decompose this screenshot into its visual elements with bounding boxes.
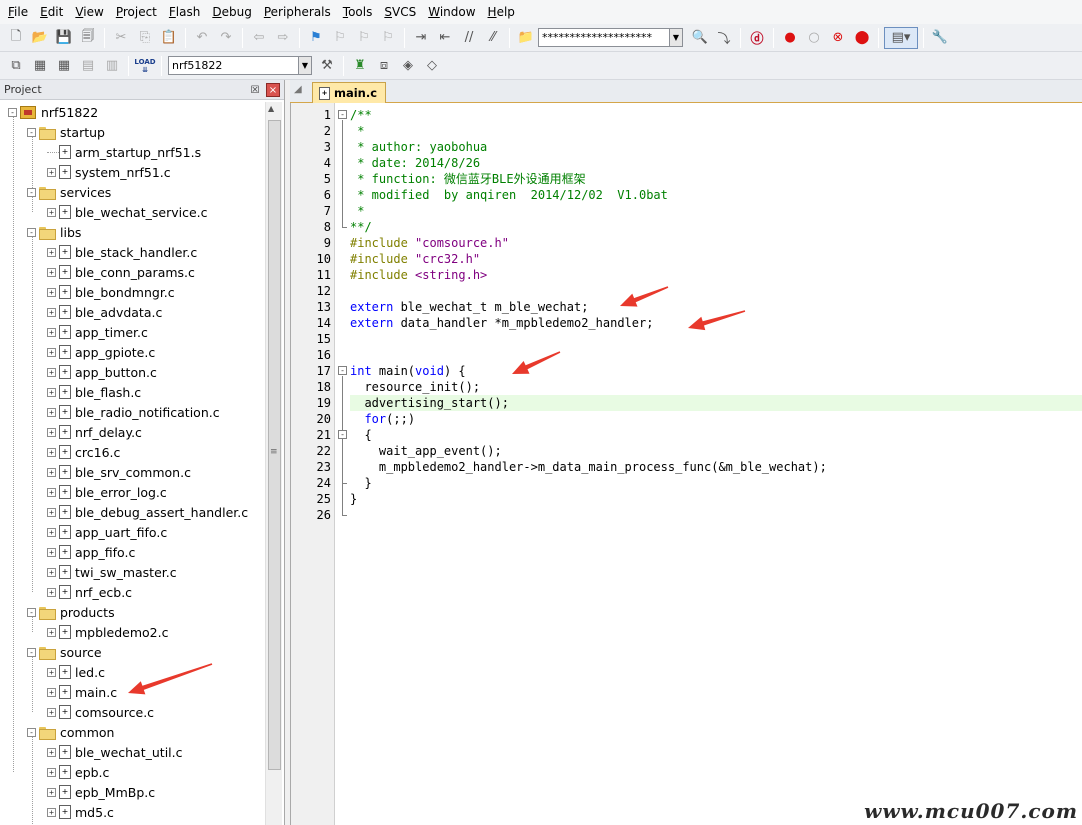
red-arrow-annotation [620,286,669,307]
red-arrow-annotation [128,663,213,695]
red-arrow-annotation [512,351,561,374]
watermark: www.mcu007.com [864,799,1078,823]
annotation-arrows [128,286,746,695]
red-arrow-annotation [688,310,746,331]
